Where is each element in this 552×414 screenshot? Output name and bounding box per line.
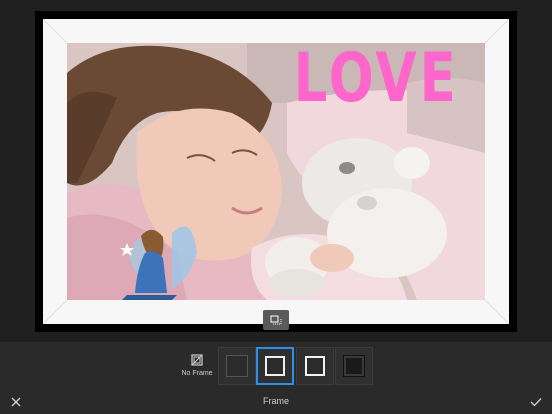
frame-thumb-dark-gray [226, 355, 248, 377]
crop-icon [270, 315, 282, 325]
no-frame-label: No Frame [181, 370, 213, 377]
canvas-area: LOVE [0, 0, 552, 342]
frame-option-white-thin[interactable] [256, 347, 294, 385]
frame-option-dark-gray[interactable] [218, 347, 256, 385]
bottom-bar-title: Frame [262, 396, 289, 406]
frame-thumb-black [343, 355, 365, 377]
frame-picker: No Frame [0, 342, 552, 390]
frame-adjust-handle[interactable] [263, 310, 289, 330]
checkmark-icon [530, 398, 542, 407]
bottom-bar: Frame [0, 390, 552, 414]
no-frame-option[interactable]: No Frame [178, 350, 216, 384]
picture-frame: LOVE [35, 11, 517, 332]
apply-button[interactable] [528, 394, 544, 410]
frame-thumb-white-thin [265, 356, 285, 376]
photo[interactable]: LOVE [67, 43, 485, 300]
no-frame-icon [191, 354, 203, 366]
love-sticker-text[interactable]: LOVE [294, 45, 459, 113]
frame-thumb-white-bold [305, 356, 325, 376]
frame-mat: LOVE [43, 19, 509, 324]
frame-option-black[interactable] [335, 347, 373, 385]
frame-option-white-bold[interactable] [296, 347, 334, 385]
